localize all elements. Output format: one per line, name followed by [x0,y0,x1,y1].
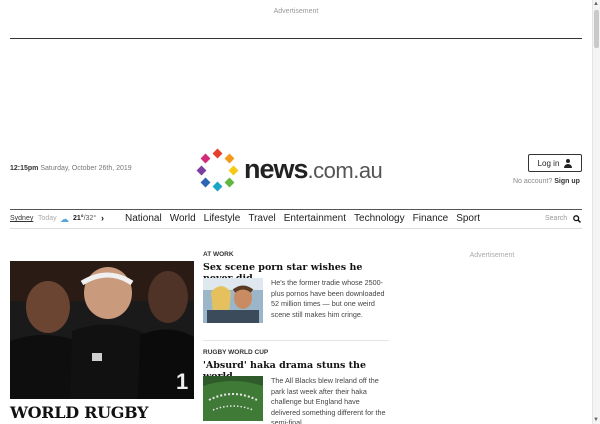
story-summary: He's the former tradie whose 2500-plus p… [271,278,385,319]
header-date: Saturday, October 26th, 2019 [40,165,132,172]
story-thumbnail[interactable] [203,278,263,323]
story-card-2[interactable]: RUGBY WORLD CUP 'Absurd' haka drama stun… [203,349,389,424]
couple-photo [203,278,263,323]
ad-label-top: Advertisement [273,8,319,15]
hero-caption[interactable]: WORLD RUGBY [10,403,148,422]
login-label: Log in [537,158,560,168]
no-account-prompt: No account? Sign up [513,178,580,185]
temp-low: 21° [73,215,84,222]
header-datetime: 12:15pm Saturday, October 26th, 2019 [10,165,132,172]
ad-label-side: Advertisement [469,252,515,259]
story-divider [203,340,389,341]
hero-image[interactable]: 1 [10,261,194,399]
nav-link-technology[interactable]: Technology [354,213,405,224]
site-logo[interactable]: news.com.au [196,148,406,192]
search-icon[interactable] [573,215,581,223]
nav-link-finance[interactable]: Finance [413,213,449,224]
no-account-label: No account? [513,178,553,185]
user-icon [564,158,573,168]
nav-link-sport[interactable]: Sport [456,213,480,224]
weather-city-link[interactable]: Sydney [10,215,33,222]
nav-links: National World Lifestyle Travel Entertai… [125,213,480,224]
story-card-1[interactable]: AT WORK Sex scene porn star wishes he ne… [203,251,389,323]
logo-wordmark: news.com.au [244,154,383,185]
weather-temp: 21°/32° [73,215,96,222]
rugby-players-photo: 1 [10,261,194,399]
nav-link-entertainment[interactable]: Entertainment [284,213,346,224]
svg-text:1: 1 [176,369,188,394]
scroll-thumb[interactable] [594,10,599,48]
main-nav: Sydney Today ☁ 21°/32° › National World … [10,209,582,229]
logo-dots-icon [196,148,239,192]
sun-cloud-icon: ☁ [60,214,69,224]
page: Advertisement ▲ ▼ 12:15pm Saturday, Octo… [0,0,600,424]
header-time: 12:15pm [10,165,39,172]
logo-suffix: .com.au [307,158,383,183]
nav-link-travel[interactable]: Travel [248,213,275,224]
story-kicker[interactable]: RUGBY WORLD CUP [203,349,389,356]
login-button[interactable]: Log in [528,154,582,172]
top-divider [10,38,582,39]
nav-link-lifestyle[interactable]: Lifestyle [204,213,241,224]
story-summary: The All Blacks blew Ireland off the park… [271,376,386,424]
nav-link-national[interactable]: National [125,213,162,224]
signup-link[interactable]: Sign up [554,178,580,185]
scroll-up-icon[interactable]: ▲ [593,1,599,7]
story-kicker[interactable]: AT WORK [203,251,389,258]
story-thumbnail[interactable] [203,376,263,421]
temp-high: /32° [83,215,97,222]
search-label[interactable]: Search [545,215,567,222]
nav-link-world[interactable]: World [170,213,196,224]
chevron-right-icon[interactable]: › [101,213,104,223]
vertical-scrollbar[interactable]: ▲ ▼ [592,0,600,424]
weather-today-label: Today [38,215,57,222]
haka-field-photo [203,376,263,421]
logo-main: news [244,154,309,184]
scroll-down-icon[interactable]: ▼ [593,417,599,423]
